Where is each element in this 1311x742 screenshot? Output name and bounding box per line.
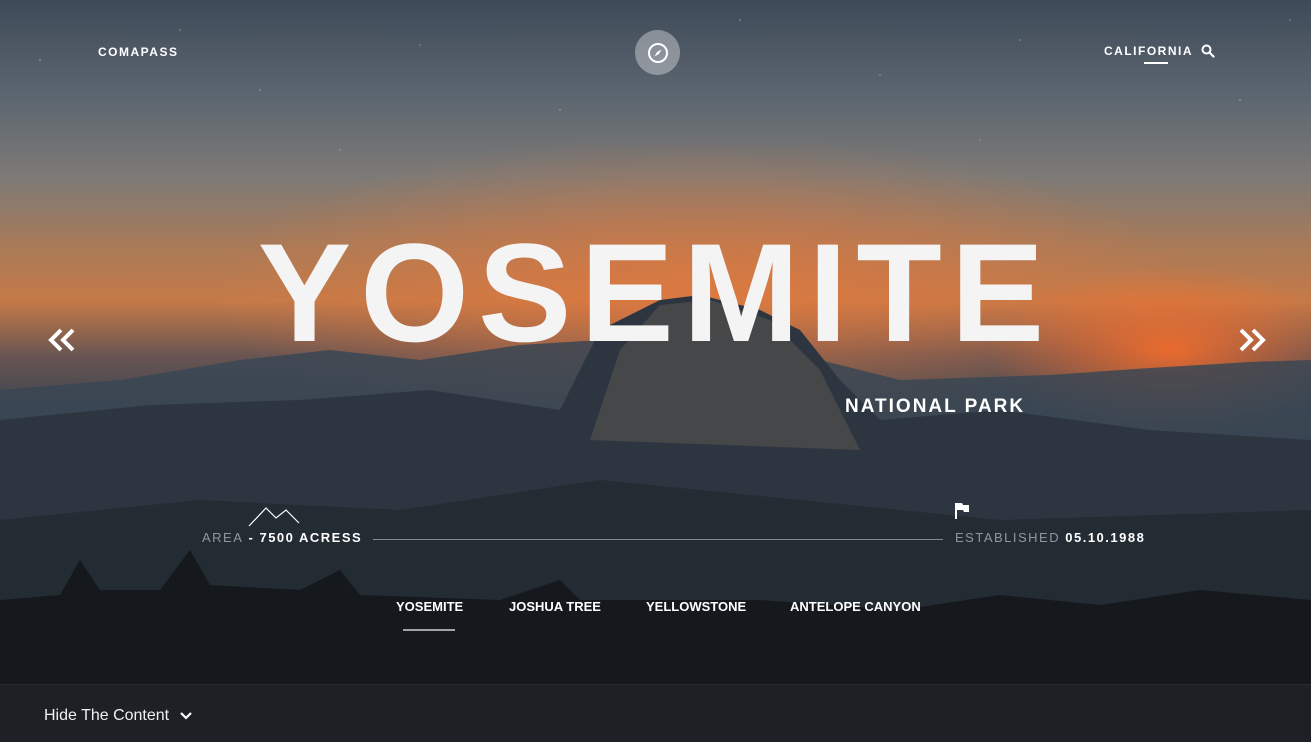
stat-divider [373, 539, 943, 540]
compass-button[interactable] [635, 30, 680, 75]
hide-content-button[interactable]: Hide The Content [44, 707, 193, 725]
page-title: YOSEMITE [257, 214, 1054, 371]
flag-icon [955, 503, 969, 519]
tab-yosemite[interactable]: YOSEMITE [396, 599, 463, 614]
established-value: 05.10.1988 [1065, 530, 1146, 545]
footer-bar: Hide The Content [0, 684, 1311, 742]
chevron-down-icon [180, 712, 192, 720]
area-value: - 7500 ACRESS [243, 530, 363, 545]
area-label: AREA [202, 530, 244, 545]
established-label: ESTABLISHED [955, 530, 1061, 545]
brand-logo[interactable]: COMAPASS [98, 45, 178, 59]
compass-icon [647, 42, 668, 63]
active-tab-indicator [403, 629, 455, 631]
mountain-icon [248, 507, 300, 527]
region-underline [1144, 62, 1168, 64]
search-icon[interactable] [1201, 44, 1215, 58]
tab-antelope-canyon[interactable]: ANTELOPE CANYON [790, 599, 921, 614]
established-stat: ESTABLISHED 05.10.1988 [955, 530, 1145, 545]
page-subtitle: NATIONAL PARK [845, 396, 1026, 417]
region-link[interactable]: CALIFORNIA [1104, 44, 1193, 58]
tab-joshua-tree[interactable]: JOSHUA TREE [509, 599, 601, 614]
hide-content-label: Hide The Content [44, 707, 170, 724]
tab-yellowstone[interactable]: YELLOWSTONE [646, 599, 746, 614]
area-stat: AREA - 7500 ACRESS [202, 530, 362, 545]
